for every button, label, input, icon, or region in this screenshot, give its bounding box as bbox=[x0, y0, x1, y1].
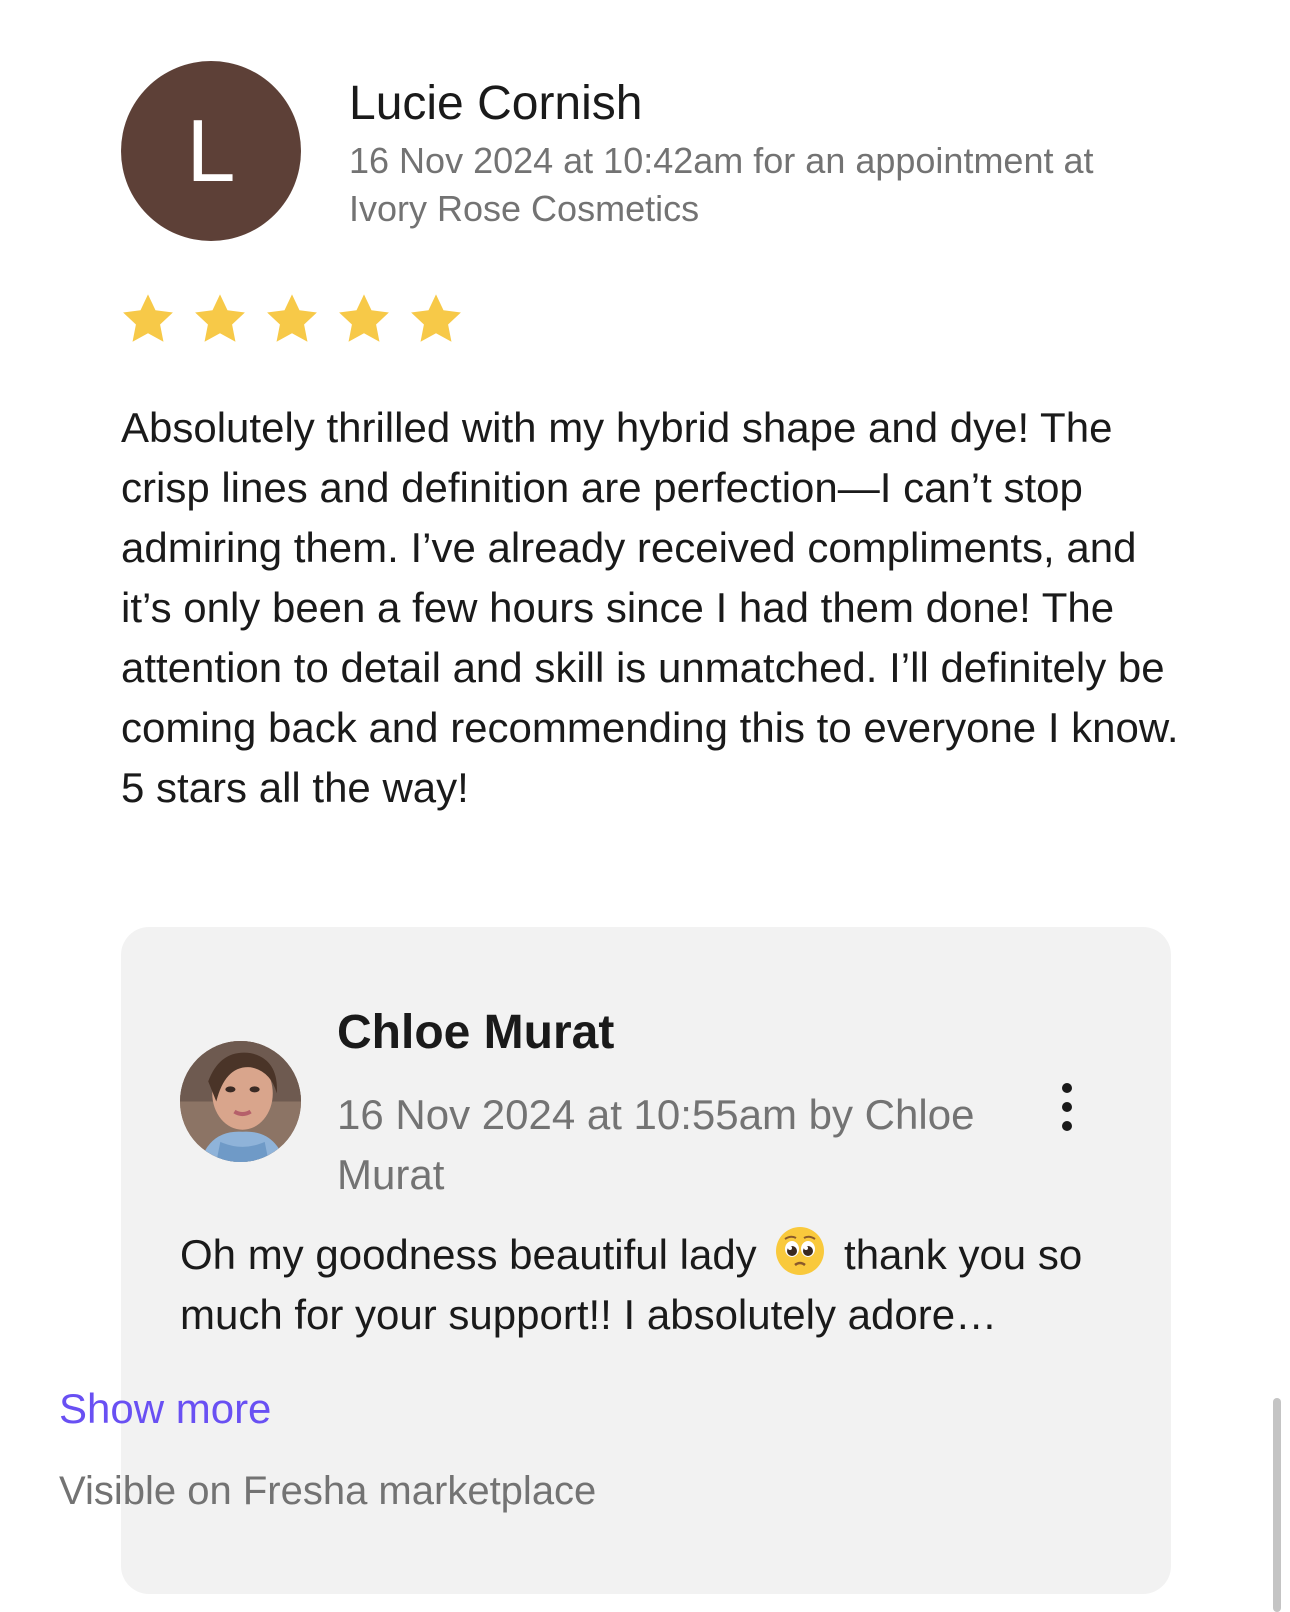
reviewer-name: Lucie Cornish bbox=[349, 77, 643, 130]
scrollbar[interactable] bbox=[1273, 1398, 1281, 1612]
vertical-ellipsis-icon bbox=[1062, 1102, 1072, 1112]
vertical-ellipsis-icon bbox=[1062, 1083, 1072, 1093]
visibility-note: Visible on Fresha marketplace bbox=[59, 1469, 597, 1513]
star-icon bbox=[123, 294, 173, 342]
star-icon bbox=[411, 294, 461, 342]
reply-meta: 16 Nov 2024 at 10:55am by Chloe Murat bbox=[337, 1091, 975, 1198]
reviewer-avatar-initial: L bbox=[186, 101, 236, 200]
owner-name: Chloe Murat bbox=[337, 1006, 615, 1059]
vertical-ellipsis-icon bbox=[1062, 1121, 1072, 1131]
owner-photo bbox=[180, 1041, 301, 1162]
owner-avatar bbox=[180, 1041, 301, 1162]
review-meta: 16 Nov 2024 at 10:42am for an appointmen… bbox=[349, 140, 1094, 229]
review-body: Absolutely thrilled with my hybrid shape… bbox=[121, 404, 1179, 811]
star-rating bbox=[119, 290, 465, 348]
pleading-face-emoji-icon bbox=[776, 1227, 825, 1275]
more-options-button[interactable] bbox=[1047, 1067, 1087, 1147]
star-icon bbox=[267, 294, 317, 342]
star-icon bbox=[339, 294, 389, 342]
reply-text-start: Oh my goodness beautiful lady bbox=[180, 1231, 757, 1278]
star-icon bbox=[195, 294, 245, 342]
reply-text: Oh my goodness beautiful lady thank you … bbox=[180, 1225, 1110, 1345]
show-more-link[interactable]: Show more bbox=[59, 1381, 271, 1437]
reviewer-avatar: L bbox=[121, 61, 301, 241]
